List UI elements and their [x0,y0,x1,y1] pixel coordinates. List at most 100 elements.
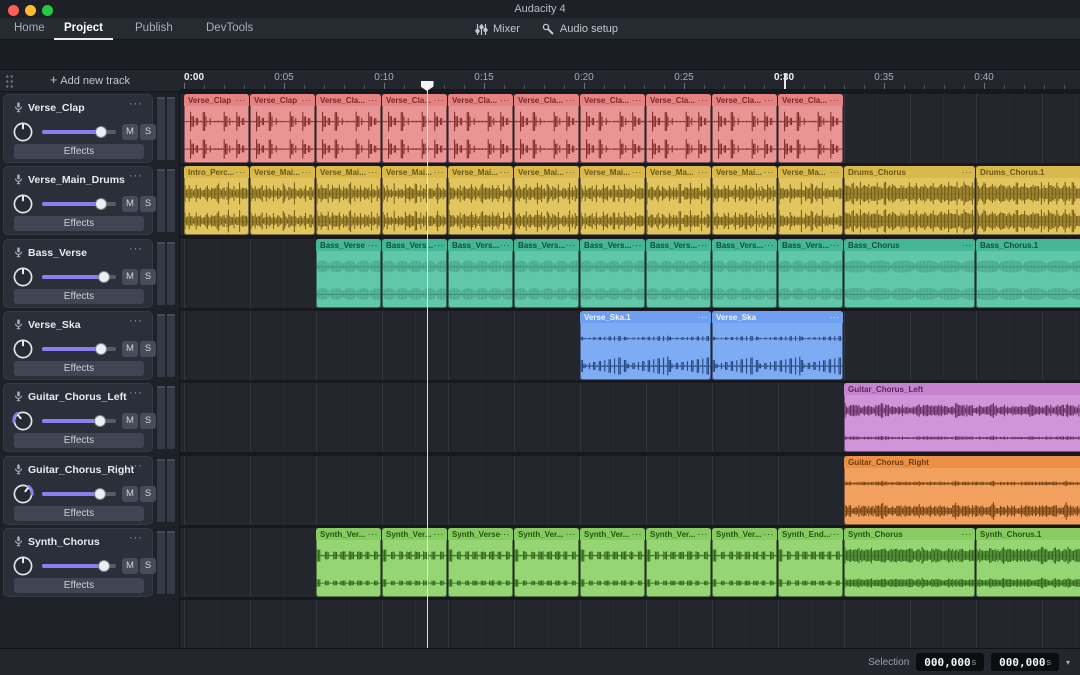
mute-button[interactable]: M [122,124,138,140]
audio-clip[interactable]: Verse_Mai...··· [250,166,315,235]
audio-clip[interactable]: Bass_Vers...··· [448,239,513,308]
clip-menu-icon[interactable]: ··· [500,167,514,177]
volume-slider[interactable] [42,347,116,351]
clip-menu-icon[interactable]: ··· [764,529,778,539]
audio-clip[interactable]: Bass_Vers...··· [382,239,447,308]
selection-end-field[interactable]: 000,000 s [991,653,1059,671]
clip-menu-icon[interactable]: ··· [236,95,250,105]
clip-menu-icon[interactable]: ··· [566,167,580,177]
menu-item-home[interactable]: Home [4,18,55,40]
clip-menu-icon[interactable]: ··· [698,529,712,539]
clip-menu-icon[interactable]: ··· [962,529,976,539]
volume-slider-thumb[interactable] [94,415,106,427]
volume-slider-thumb[interactable] [98,271,110,283]
timeline-ruler[interactable]: 0:000:050:100:150:200:250:300:350:40 [180,70,1080,90]
clip-menu-icon[interactable]: ··· [962,240,976,250]
audio-clip[interactable]: Verse_Cla...··· [514,94,579,163]
effects-button[interactable]: Effects [14,578,144,593]
mute-button[interactable]: M [122,413,138,429]
effects-button[interactable]: Effects [14,361,144,376]
clip-menu-icon[interactable]: ··· [434,240,448,250]
track-lane-synth_chorus[interactable]: Synth_Ver...···Synth_Ver...···Synth_Vers… [180,528,1080,597]
effects-button[interactable]: Effects [14,433,144,448]
track-menu-button[interactable]: ··· [129,387,143,399]
audio-clip[interactable]: Synth_Ver...··· [646,528,711,597]
clip-menu-icon[interactable]: ··· [632,529,646,539]
track-lane-bass_verse[interactable]: Bass_Verse···Bass_Vers...···Bass_Vers...… [180,239,1080,308]
audio-clip[interactable]: Verse_Mai...··· [514,166,579,235]
audio-clip[interactable]: Verse_Cla...··· [316,94,381,163]
clip-menu-icon[interactable]: ··· [830,95,844,105]
clip-menu-icon[interactable]: ··· [830,529,844,539]
audio-clip[interactable]: Verse_Ma...··· [646,166,711,235]
audio-clip[interactable]: Drums_Chorus.1··· [976,166,1080,235]
solo-button[interactable]: S [140,413,156,429]
audio-clip[interactable]: Synth_Verse··· [448,528,513,597]
pan-knob[interactable] [11,265,35,289]
volume-slider[interactable] [42,492,116,496]
track-menu-button[interactable]: ··· [129,315,143,327]
audio-clip[interactable]: Verse_Cla...··· [448,94,513,163]
volume-slider[interactable] [42,202,116,206]
clip-menu-icon[interactable]: ··· [500,240,514,250]
mute-button[interactable]: M [122,269,138,285]
clip-menu-icon[interactable]: ··· [434,529,448,539]
audio-clip[interactable]: Synth_Ver...··· [382,528,447,597]
clip-menu-icon[interactable]: ··· [368,95,382,105]
selection-start-field[interactable]: 000,000 s [916,653,984,671]
volume-slider[interactable] [42,419,116,423]
track-lane-guitar_chorus_right[interactable]: Guitar_Chorus_Right··· [180,456,1080,525]
add-new-track-button[interactable]: +Add new track [0,70,180,92]
menu-item-project[interactable]: Project [54,18,113,40]
clip-menu-icon[interactable]: ··· [698,240,712,250]
track-lane-verse_ska[interactable]: Verse_Ska.1···Verse_Ska··· [180,311,1080,380]
audio-clip[interactable]: Synth_Ver...··· [514,528,579,597]
track-menu-button[interactable]: ··· [129,460,143,472]
clip-menu-icon[interactable]: ··· [830,167,844,177]
track-menu-button[interactable]: ··· [129,98,143,110]
clip-menu-icon[interactable]: ··· [566,95,580,105]
clip-menu-icon[interactable]: ··· [302,167,316,177]
audio-clip[interactable]: Synth_Ver...··· [712,528,777,597]
audio-clip[interactable]: Verse_Cla...··· [646,94,711,163]
audio-clip[interactable]: Verse_Mai...··· [316,166,381,235]
effects-button[interactable]: Effects [14,144,144,159]
clip-menu-icon[interactable]: ··· [434,167,448,177]
track-lane-guitar_chorus_left[interactable]: Guitar_Chorus_Left··· [180,383,1080,452]
track-lane-verse_main_drums[interactable]: Intro_Perc...···Verse_Mai...···Verse_Mai… [180,166,1080,235]
audio-clip[interactable]: Bass_Chorus.1··· [976,239,1080,308]
audio-clip[interactable]: Verse_Mai...··· [448,166,513,235]
clip-menu-icon[interactable]: ··· [632,240,646,250]
effects-button[interactable]: Effects [14,289,144,304]
mute-button[interactable]: M [122,486,138,502]
solo-button[interactable]: S [140,341,156,357]
volume-slider-thumb[interactable] [95,343,107,355]
audio-clip[interactable]: Verse_Mai...··· [580,166,645,235]
clip-menu-icon[interactable]: ··· [500,529,514,539]
volume-slider-thumb[interactable] [98,560,110,572]
pan-knob[interactable] [11,409,35,433]
clip-menu-icon[interactable]: ··· [302,95,316,105]
clip-menu-icon[interactable]: ··· [434,95,448,105]
clip-menu-icon[interactable]: ··· [698,312,712,322]
audio-clip[interactable]: Verse_Mai...··· [382,166,447,235]
effects-button[interactable]: Effects [14,216,144,231]
clip-menu-icon[interactable]: ··· [632,95,646,105]
audio-clip[interactable]: Synth_Chorus··· [844,528,975,597]
audio-clip[interactable]: Bass_Vers...··· [712,239,777,308]
clip-menu-icon[interactable]: ··· [368,167,382,177]
solo-button[interactable]: S [140,558,156,574]
audio-clip[interactable]: Verse_Mai...··· [712,166,777,235]
audio-setup-button[interactable]: Audio setup [542,23,618,36]
pan-knob[interactable] [11,554,35,578]
volume-slider[interactable] [42,130,116,134]
track-menu-button[interactable]: ··· [129,243,143,255]
clip-menu-icon[interactable]: ··· [632,167,646,177]
mute-button[interactable]: M [122,196,138,212]
audio-clip[interactable]: Verse_Cla...··· [712,94,777,163]
mixer-button[interactable]: Mixer [475,23,520,36]
audio-clip[interactable]: Bass_Vers...··· [778,239,843,308]
solo-button[interactable]: S [140,486,156,502]
track-menu-button[interactable]: ··· [129,532,143,544]
audio-clip[interactable]: Synth_End...··· [778,528,843,597]
